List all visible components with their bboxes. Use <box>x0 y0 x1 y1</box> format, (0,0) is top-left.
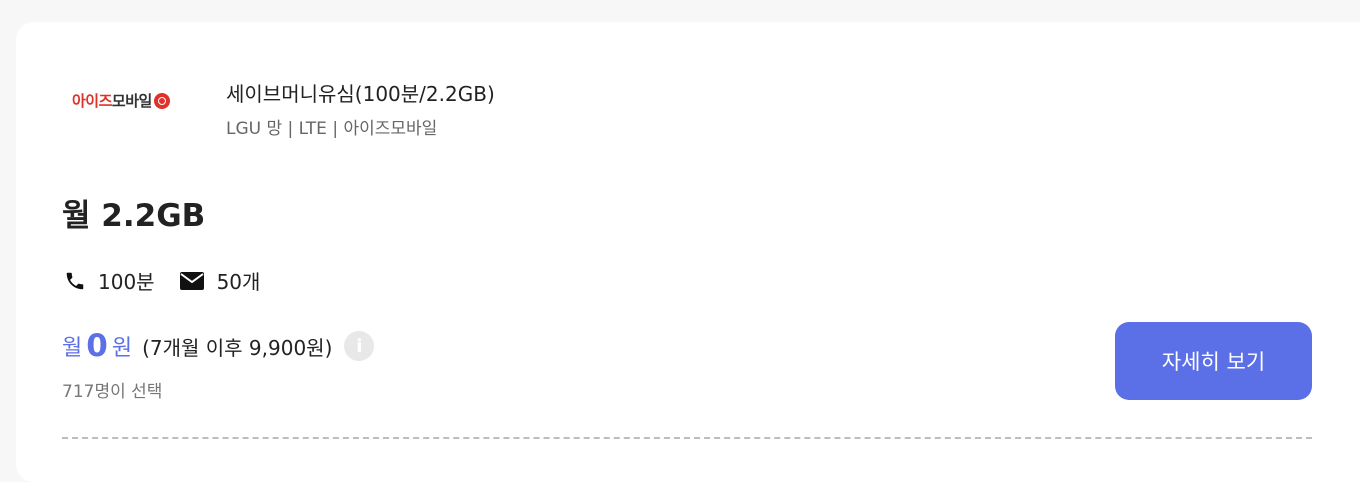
price-unit: 원 <box>111 336 133 361</box>
sms-count: 50개 <box>216 270 261 294</box>
carrier-logo: 아이즈 모바일 <box>72 90 170 111</box>
logo-mark-icon <box>153 92 170 109</box>
price-amount: 0 <box>86 328 108 364</box>
phone-icon <box>66 272 84 289</box>
plan-meta: LGU 망 | LTE | 아이즈모바일 <box>226 119 438 139</box>
dashed-divider <box>62 437 1312 439</box>
call-minutes: 100분 <box>98 270 155 294</box>
price-row: 월 0 원 (7개월 이후 9,900원) i <box>62 328 375 364</box>
call-benefit: 100분 <box>64 266 155 295</box>
price-after-promo: (7개월 이후 9,900원) <box>142 335 333 360</box>
mail-icon <box>179 271 204 290</box>
plan-name: 세이브머니유심(100분/2.2GB) <box>226 82 495 106</box>
detail-button[interactable]: 자세히 보기 <box>1115 322 1312 400</box>
price-prefix: 월 <box>62 336 83 361</box>
benefits: 100분 50개 <box>64 266 284 295</box>
selected-count: 717명이 선택 <box>62 382 163 402</box>
logo-text-red: 아이즈 <box>72 92 112 110</box>
logo-text-dark: 모바일 <box>111 92 152 110</box>
sms-benefit: 50개 <box>179 266 261 295</box>
data-amount: 월 2.2GB <box>62 198 206 234</box>
plan-card: 아이즈 모바일 세이브머니유심(100분/2.2GB) LGU 망 | LTE … <box>16 22 1360 482</box>
info-icon[interactable]: i <box>344 331 375 361</box>
